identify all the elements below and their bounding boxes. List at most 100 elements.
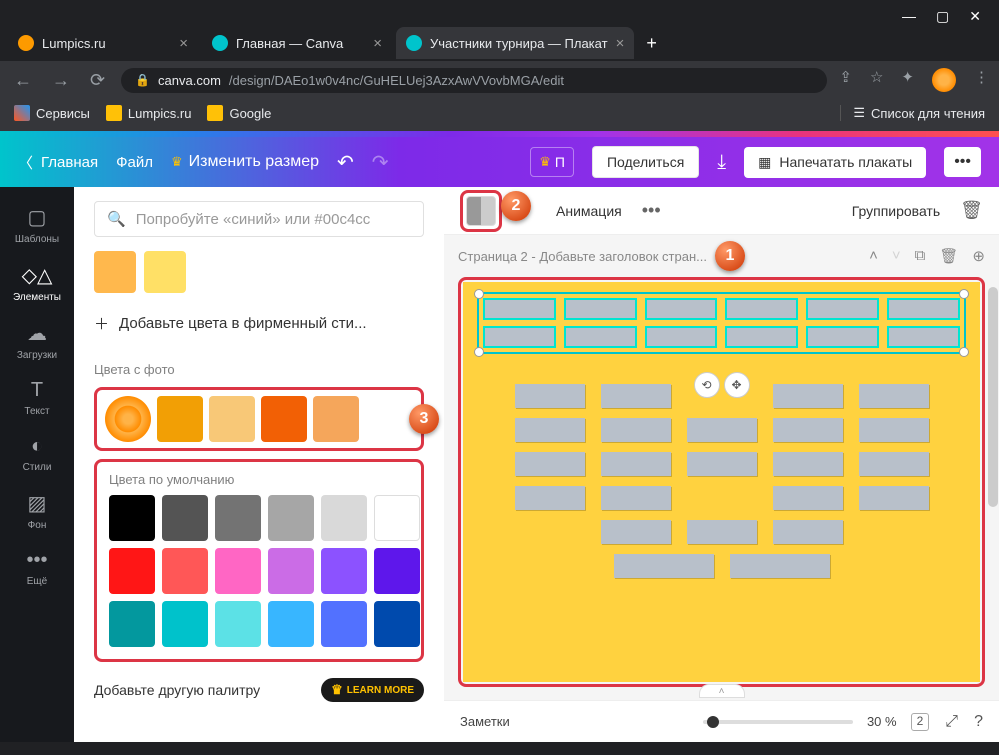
swatch[interactable]	[215, 601, 261, 647]
swatch[interactable]	[109, 548, 155, 594]
group-button[interactable]: Группировать	[852, 203, 940, 219]
close-icon[interactable]: ✕	[969, 8, 981, 25]
swatch[interactable]	[321, 548, 367, 594]
swatch[interactable]	[374, 601, 420, 647]
download-icon[interactable]: ⤓	[717, 151, 726, 174]
move-icon[interactable]: ✥	[724, 372, 750, 398]
menu-icon[interactable]: ⋮	[974, 68, 989, 92]
tab-lumpics[interactable]: Lumpics.ru ×	[8, 27, 198, 59]
add-palette-label[interactable]: Добавьте другую палитру	[94, 682, 260, 698]
bracket-cell[interactable]	[859, 418, 929, 442]
bracket-cell[interactable]	[483, 326, 556, 348]
tab-canva-design[interactable]: Участники турнира — Плакат ×	[396, 27, 634, 59]
pages-button[interactable]: 2	[911, 713, 930, 731]
bracket-cell[interactable]	[614, 554, 714, 578]
rail-background[interactable]: ▨Фон	[0, 483, 74, 539]
zoom-slider[interactable]	[703, 720, 853, 724]
swatch[interactable]	[162, 548, 208, 594]
add-brand-colors[interactable]: ＋ Добавьте цвета в фирменный сти...	[94, 313, 424, 334]
page-add-pill[interactable]: ˄	[699, 684, 745, 698]
swatch[interactable]	[268, 548, 314, 594]
canvas-viewport[interactable]: Страница 2 - Добавьте заголовок стран...…	[444, 235, 999, 700]
tab-canva-home[interactable]: Главная — Canva ×	[202, 27, 392, 59]
tab-close-icon[interactable]: ×	[616, 35, 625, 52]
maximize-icon[interactable]: ▢	[936, 8, 949, 25]
bracket-cell[interactable]	[601, 486, 671, 510]
home-button[interactable]: 〈Главная	[18, 152, 98, 173]
bracket-cell[interactable]	[601, 520, 671, 544]
swatch[interactable]	[321, 495, 367, 541]
share-button[interactable]: Поделиться	[592, 146, 699, 178]
share-icon[interactable]: ⇪	[839, 68, 852, 92]
bracket-cell[interactable]	[515, 384, 585, 408]
undo-icon[interactable]: ↶	[337, 150, 354, 175]
photo-swatch[interactable]	[313, 396, 359, 442]
swatch[interactable]	[374, 548, 420, 594]
swatch[interactable]	[321, 601, 367, 647]
bracket-cell[interactable]	[601, 384, 671, 408]
notes-button[interactable]: Заметки	[460, 714, 510, 729]
back-icon[interactable]: ←	[10, 70, 36, 91]
rail-uploads[interactable]: ☁Загрузки	[0, 313, 74, 369]
pro-button[interactable]: ♛П	[530, 147, 574, 177]
tab-close-icon[interactable]: ×	[373, 35, 382, 52]
fullscreen-icon[interactable]: ⤢	[945, 713, 958, 731]
scrollbar[interactable]	[988, 287, 998, 507]
delete-page-icon[interactable]: 🗑	[939, 247, 958, 265]
bracket-cell[interactable]	[773, 520, 843, 544]
color-search-input[interactable]: 🔍 Попробуйте «синий» или #00c4cc	[94, 201, 424, 237]
bracket-cell[interactable]	[515, 452, 585, 476]
photo-swatch[interactable]	[261, 396, 307, 442]
bracket-cell[interactable]	[564, 298, 637, 320]
add-page-icon[interactable]: ⊕	[972, 247, 985, 265]
rotate-icon[interactable]: ⟲	[694, 372, 720, 398]
bracket-cell[interactable]	[645, 298, 718, 320]
reading-list-button[interactable]: ☰Список для чтения	[840, 105, 985, 121]
rail-styles[interactable]: ◐Стили	[0, 427, 74, 481]
doc-swatch[interactable]	[144, 251, 186, 293]
bracket-cell[interactable]	[687, 520, 757, 544]
help-icon[interactable]: ?	[974, 713, 983, 731]
bracket-cell[interactable]	[645, 326, 718, 348]
resize-handle[interactable]	[959, 347, 969, 357]
address-bar[interactable]: 🔒 canva.com/design/DAEo1w0v4nc/GuHELUej3…	[121, 68, 827, 93]
profile-avatar[interactable]	[932, 68, 956, 92]
redo-icon[interactable]: ↷	[372, 150, 389, 175]
photo-swatch[interactable]	[209, 396, 255, 442]
bracket-cell[interactable]	[773, 418, 843, 442]
swatch[interactable]	[109, 495, 155, 541]
bracket-cell[interactable]	[687, 418, 757, 442]
resize-button[interactable]: ♛Изменить размер	[171, 153, 319, 171]
duplicate-icon[interactable]: ⧉	[915, 247, 926, 265]
rail-templates[interactable]: ▢Шаблоны	[0, 197, 74, 253]
bracket-cell[interactable]	[859, 452, 929, 476]
star-icon[interactable]: ☆	[870, 68, 883, 92]
tab-close-icon[interactable]: ×	[179, 35, 188, 52]
swatch[interactable]	[162, 495, 208, 541]
resize-handle[interactable]	[474, 289, 484, 299]
animation-button[interactable]: Анимация	[556, 203, 622, 219]
print-button[interactable]: ▦Напечатать плакаты	[744, 147, 926, 178]
minimize-icon[interactable]: —	[902, 8, 916, 25]
bookmark-apps[interactable]: Сервисы	[14, 105, 90, 121]
extensions-icon[interactable]: ✦	[901, 68, 914, 92]
bracket-cell[interactable]	[806, 326, 879, 348]
bracket-cell[interactable]	[730, 554, 830, 578]
resize-handle[interactable]	[474, 347, 484, 357]
swatch[interactable]	[268, 601, 314, 647]
rail-elements[interactable]: ◇△Элементы	[0, 255, 74, 311]
zoom-value[interactable]: 30 %	[867, 714, 897, 729]
swatch[interactable]	[215, 495, 261, 541]
zoom-thumb[interactable]	[707, 716, 719, 728]
poster-page[interactable]: ⟲ ✥	[463, 282, 980, 682]
bracket-cell[interactable]	[859, 384, 929, 408]
bracket-cell[interactable]	[601, 418, 671, 442]
bracket-cell[interactable]	[725, 298, 798, 320]
learn-more-button[interactable]: ♛LEARN MORE	[321, 678, 424, 702]
bracket-cell[interactable]	[725, 326, 798, 348]
bookmark-lumpics[interactable]: Lumpics.ru	[106, 105, 192, 121]
bracket-cell[interactable]	[887, 298, 960, 320]
selected-elements[interactable]	[477, 292, 966, 354]
swatch[interactable]	[374, 495, 420, 541]
bracket-cell[interactable]	[515, 418, 585, 442]
